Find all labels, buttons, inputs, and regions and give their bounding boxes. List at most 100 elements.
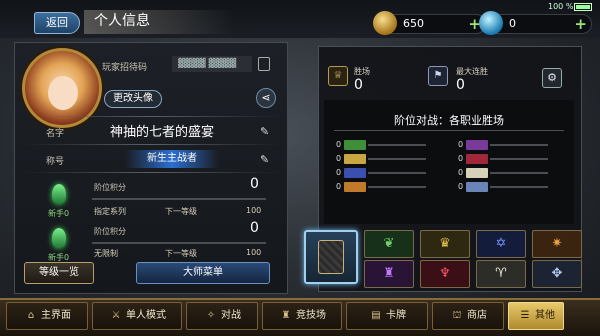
wins-label: 胜场 — [354, 67, 370, 76]
class-wins-title: 阶位对战：各职业胜场 — [394, 114, 504, 127]
dragon-icon — [344, 182, 366, 192]
class-win-row: 0 — [336, 154, 436, 164]
arena-icon: ♜ — [281, 310, 291, 321]
class-filter-tile[interactable]: ✥ — [532, 260, 582, 288]
nav-label: 主界面 — [41, 310, 71, 321]
copy-icon[interactable] — [258, 57, 270, 71]
necro-icon — [466, 140, 488, 150]
divider — [334, 130, 564, 131]
rank-points-value: 0 — [250, 220, 259, 236]
invite-code-label: 玩家招待码 — [102, 63, 148, 73]
class-filter-tile[interactable]: ♈ — [476, 260, 526, 288]
back-button[interactable]: 返回 — [34, 12, 80, 34]
wins-value: 0 — [354, 77, 363, 93]
crown-icon — [344, 154, 366, 164]
share-button[interactable]: ⋖ — [256, 88, 276, 108]
rank-progress-bar — [92, 198, 266, 200]
next-rank-label: 下一等级 — [165, 207, 197, 216]
nav-arena[interactable]: ♜ 竞技场 — [262, 302, 342, 330]
trophy-icon: ♕ — [328, 66, 348, 86]
class-filter-tile[interactable]: ✷ — [532, 230, 582, 258]
nav-battle[interactable]: ✧ 对战 — [186, 302, 258, 330]
battle-icon: ✧ — [206, 310, 216, 321]
class-filter-tile[interactable]: ✡ — [476, 230, 526, 258]
class-win-row: 0 — [458, 168, 558, 178]
class-win-row: 0 — [458, 154, 558, 164]
class-win-bar — [490, 186, 548, 188]
streak-icon: ⚑ — [428, 66, 448, 86]
class-win-row: 0 — [458, 140, 558, 150]
class-filter-tile[interactable]: ♜ — [364, 260, 414, 288]
necro-icon: ♜ — [383, 266, 395, 281]
buy-crystal-button[interactable]: + — [574, 15, 587, 33]
rank-tier: 新手0 — [48, 209, 70, 218]
menu-icon: ☰ — [520, 310, 530, 321]
wings-icon — [466, 168, 488, 178]
nav-label: 竞技场 — [296, 310, 326, 321]
battery-icon — [574, 3, 592, 11]
nemesis-icon — [466, 182, 488, 192]
rank-points-label: 阶位积分 — [94, 183, 126, 192]
nav-label: 单人模式 — [126, 310, 166, 321]
divider — [24, 172, 280, 173]
divider — [24, 116, 280, 117]
invite-code-value: ▓▓▓▓ ▓▓▓▓ — [172, 56, 252, 72]
player-name: 神抽的七者的盛宴 — [110, 125, 215, 140]
class-win-row: 0 — [336, 182, 436, 192]
sword-icon: ⚔ — [111, 310, 121, 321]
crystal-icon — [479, 11, 503, 35]
next-rank-value: 100 — [246, 206, 262, 215]
class-win-row: 0 — [336, 140, 436, 150]
dragon-icon: ✷ — [551, 236, 563, 251]
battery-percentage: 100 % — [548, 2, 574, 11]
class-filter-tile[interactable]: ♛ — [420, 230, 470, 258]
house-icon: ⌂ — [27, 310, 35, 321]
title-badge: 新生主战者 — [125, 150, 219, 168]
edit-name-icon[interactable]: ✎ — [260, 125, 269, 138]
title-label: 称号 — [46, 157, 65, 167]
class-win-bar — [490, 158, 548, 160]
nemesis-icon: ✥ — [551, 266, 563, 281]
nav-label: 卡牌 — [386, 310, 406, 321]
class-win-bar — [490, 144, 548, 146]
nav-sword[interactable]: ⚔ 单人模式 — [92, 302, 182, 330]
nav-label: 其他 — [535, 310, 555, 321]
edit-title-icon[interactable]: ✎ — [260, 153, 269, 166]
nav-menu[interactable]: ☰ 其他 — [508, 302, 564, 330]
wings-icon: ♈ — [495, 266, 507, 281]
class-win-count: 0 — [336, 168, 342, 177]
class-win-bar — [490, 172, 548, 174]
class-win-count: 0 — [336, 140, 342, 149]
avatar-face — [48, 76, 78, 110]
class-win-count: 0 — [458, 140, 464, 149]
max-streak-value: 0 — [456, 77, 465, 93]
bat-icon — [466, 154, 488, 164]
gold-counter: 650 + — [373, 11, 486, 35]
class-filter-tile[interactable]: ♆ — [420, 260, 470, 288]
crown-icon: ♛ — [439, 236, 451, 251]
divider — [24, 144, 280, 145]
crystal-counter: 0 + — [479, 11, 592, 35]
pentagram-icon — [344, 168, 366, 178]
card-back-icon — [318, 240, 344, 274]
class-win-bar — [368, 172, 426, 174]
nav-label: 商店 — [467, 310, 487, 321]
nav-cards[interactable]: ▤ 卡牌 — [346, 302, 428, 330]
nav-house[interactable]: ⌂ 主界面 — [6, 302, 88, 330]
class-filter-tile[interactable]: ❦ — [364, 230, 414, 258]
bat-icon: ♆ — [439, 266, 451, 281]
rank-list-button[interactable]: 等级一览 — [24, 262, 94, 284]
master-menu-button[interactable]: 大师菜单 — [136, 262, 270, 284]
shop-icon: ⛫ — [452, 310, 462, 321]
nav-shop[interactable]: ⛫ 商店 — [432, 302, 504, 330]
gold-amount: 650 — [403, 17, 424, 30]
nav-label: 对战 — [221, 310, 241, 321]
class-win-row: 0 — [336, 168, 436, 178]
leaf-icon: ❦ — [383, 236, 395, 251]
stats-settings-button[interactable]: ⚙ — [542, 68, 562, 88]
change-avatar-button[interactable]: 更改头像 — [104, 90, 162, 108]
rank-gem-icon — [52, 184, 66, 204]
cards-icon: ▤ — [371, 310, 381, 321]
rank-progress-bar — [92, 242, 266, 244]
rank-points-label: 阶位积分 — [94, 227, 126, 236]
